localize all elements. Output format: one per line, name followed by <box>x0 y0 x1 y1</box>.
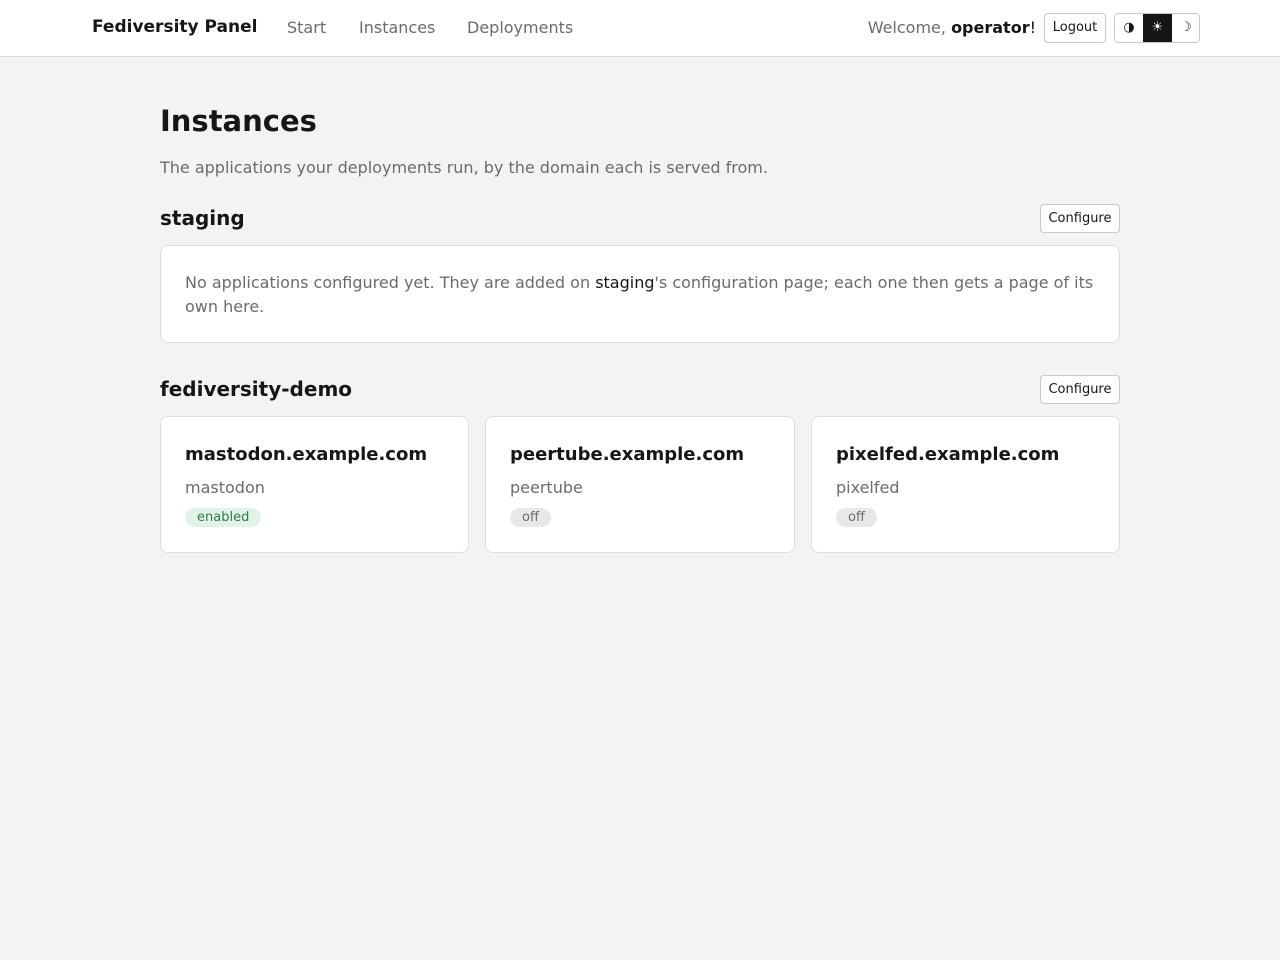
instance-domain[interactable]: peertube.example.com <box>510 442 770 468</box>
deployment-title-staging: staging <box>160 206 245 230</box>
nav-link-instances[interactable]: Instances <box>359 18 435 37</box>
sun-icon: ☀ <box>1151 20 1164 35</box>
configure-fediversity-demo-button[interactable]: Configure <box>1040 375 1120 404</box>
nav-link-start[interactable]: Start <box>287 18 326 37</box>
instance-app-name: peertube <box>510 478 583 497</box>
moon-icon: ☽ <box>1180 20 1192 35</box>
empty-text-before: No applications configured yet. They are… <box>185 273 596 292</box>
theme-dark-button[interactable]: ☽ <box>1172 14 1199 42</box>
brand-link[interactable]: Fediversity Panel <box>92 17 257 37</box>
empty-state-card: No applications configured yet. They are… <box>160 245 1120 343</box>
configure-staging-button[interactable]: Configure <box>1040 204 1120 233</box>
welcome-prefix: Welcome, <box>867 18 946 37</box>
username: operator <box>951 18 1030 37</box>
theme-auto-button[interactable]: ◑ <box>1115 14 1143 42</box>
instance-domain[interactable]: mastodon.example.com <box>185 442 444 468</box>
page-title: Instances <box>160 104 317 138</box>
status-badge: enabled <box>185 508 262 527</box>
auto-theme-icon: ◑ <box>1123 20 1135 35</box>
deployment-title-fediversity-demo: fediversity-demo <box>160 377 353 401</box>
instance-domain[interactable]: pixelfed.example.com <box>836 442 1095 468</box>
logout-button[interactable]: Logout <box>1044 13 1106 43</box>
empty-text-deployment-name: staging <box>595 273 655 292</box>
status-badge: off <box>510 508 551 527</box>
top-navbar: Fediversity Panel Start Instances Deploy… <box>0 0 1280 57</box>
instance-app-name: pixelfed <box>836 478 900 497</box>
instance-app-name: mastodon <box>185 478 265 497</box>
empty-state-text: No applications configured yet. They are… <box>185 271 1095 319</box>
welcome-suffix: ! <box>1029 18 1036 37</box>
instance-card-pixelfed[interactable]: pixelfed.example.com pixelfed off <box>811 416 1120 553</box>
status-badge: off <box>836 508 877 527</box>
page-subtitle: The applications your deployments run, b… <box>160 158 768 177</box>
theme-light-button[interactable]: ☀ <box>1143 14 1172 42</box>
nav-link-deployments[interactable]: Deployments <box>467 18 573 37</box>
welcome-message: Welcome, operator! <box>868 18 1036 37</box>
instance-card-mastodon[interactable]: mastodon.example.com mastodon enabled <box>160 416 469 553</box>
instance-card-peertube[interactable]: peertube.example.com peertube off <box>485 416 795 553</box>
theme-switcher: ◑ ☀ ☽ <box>1114 13 1200 43</box>
